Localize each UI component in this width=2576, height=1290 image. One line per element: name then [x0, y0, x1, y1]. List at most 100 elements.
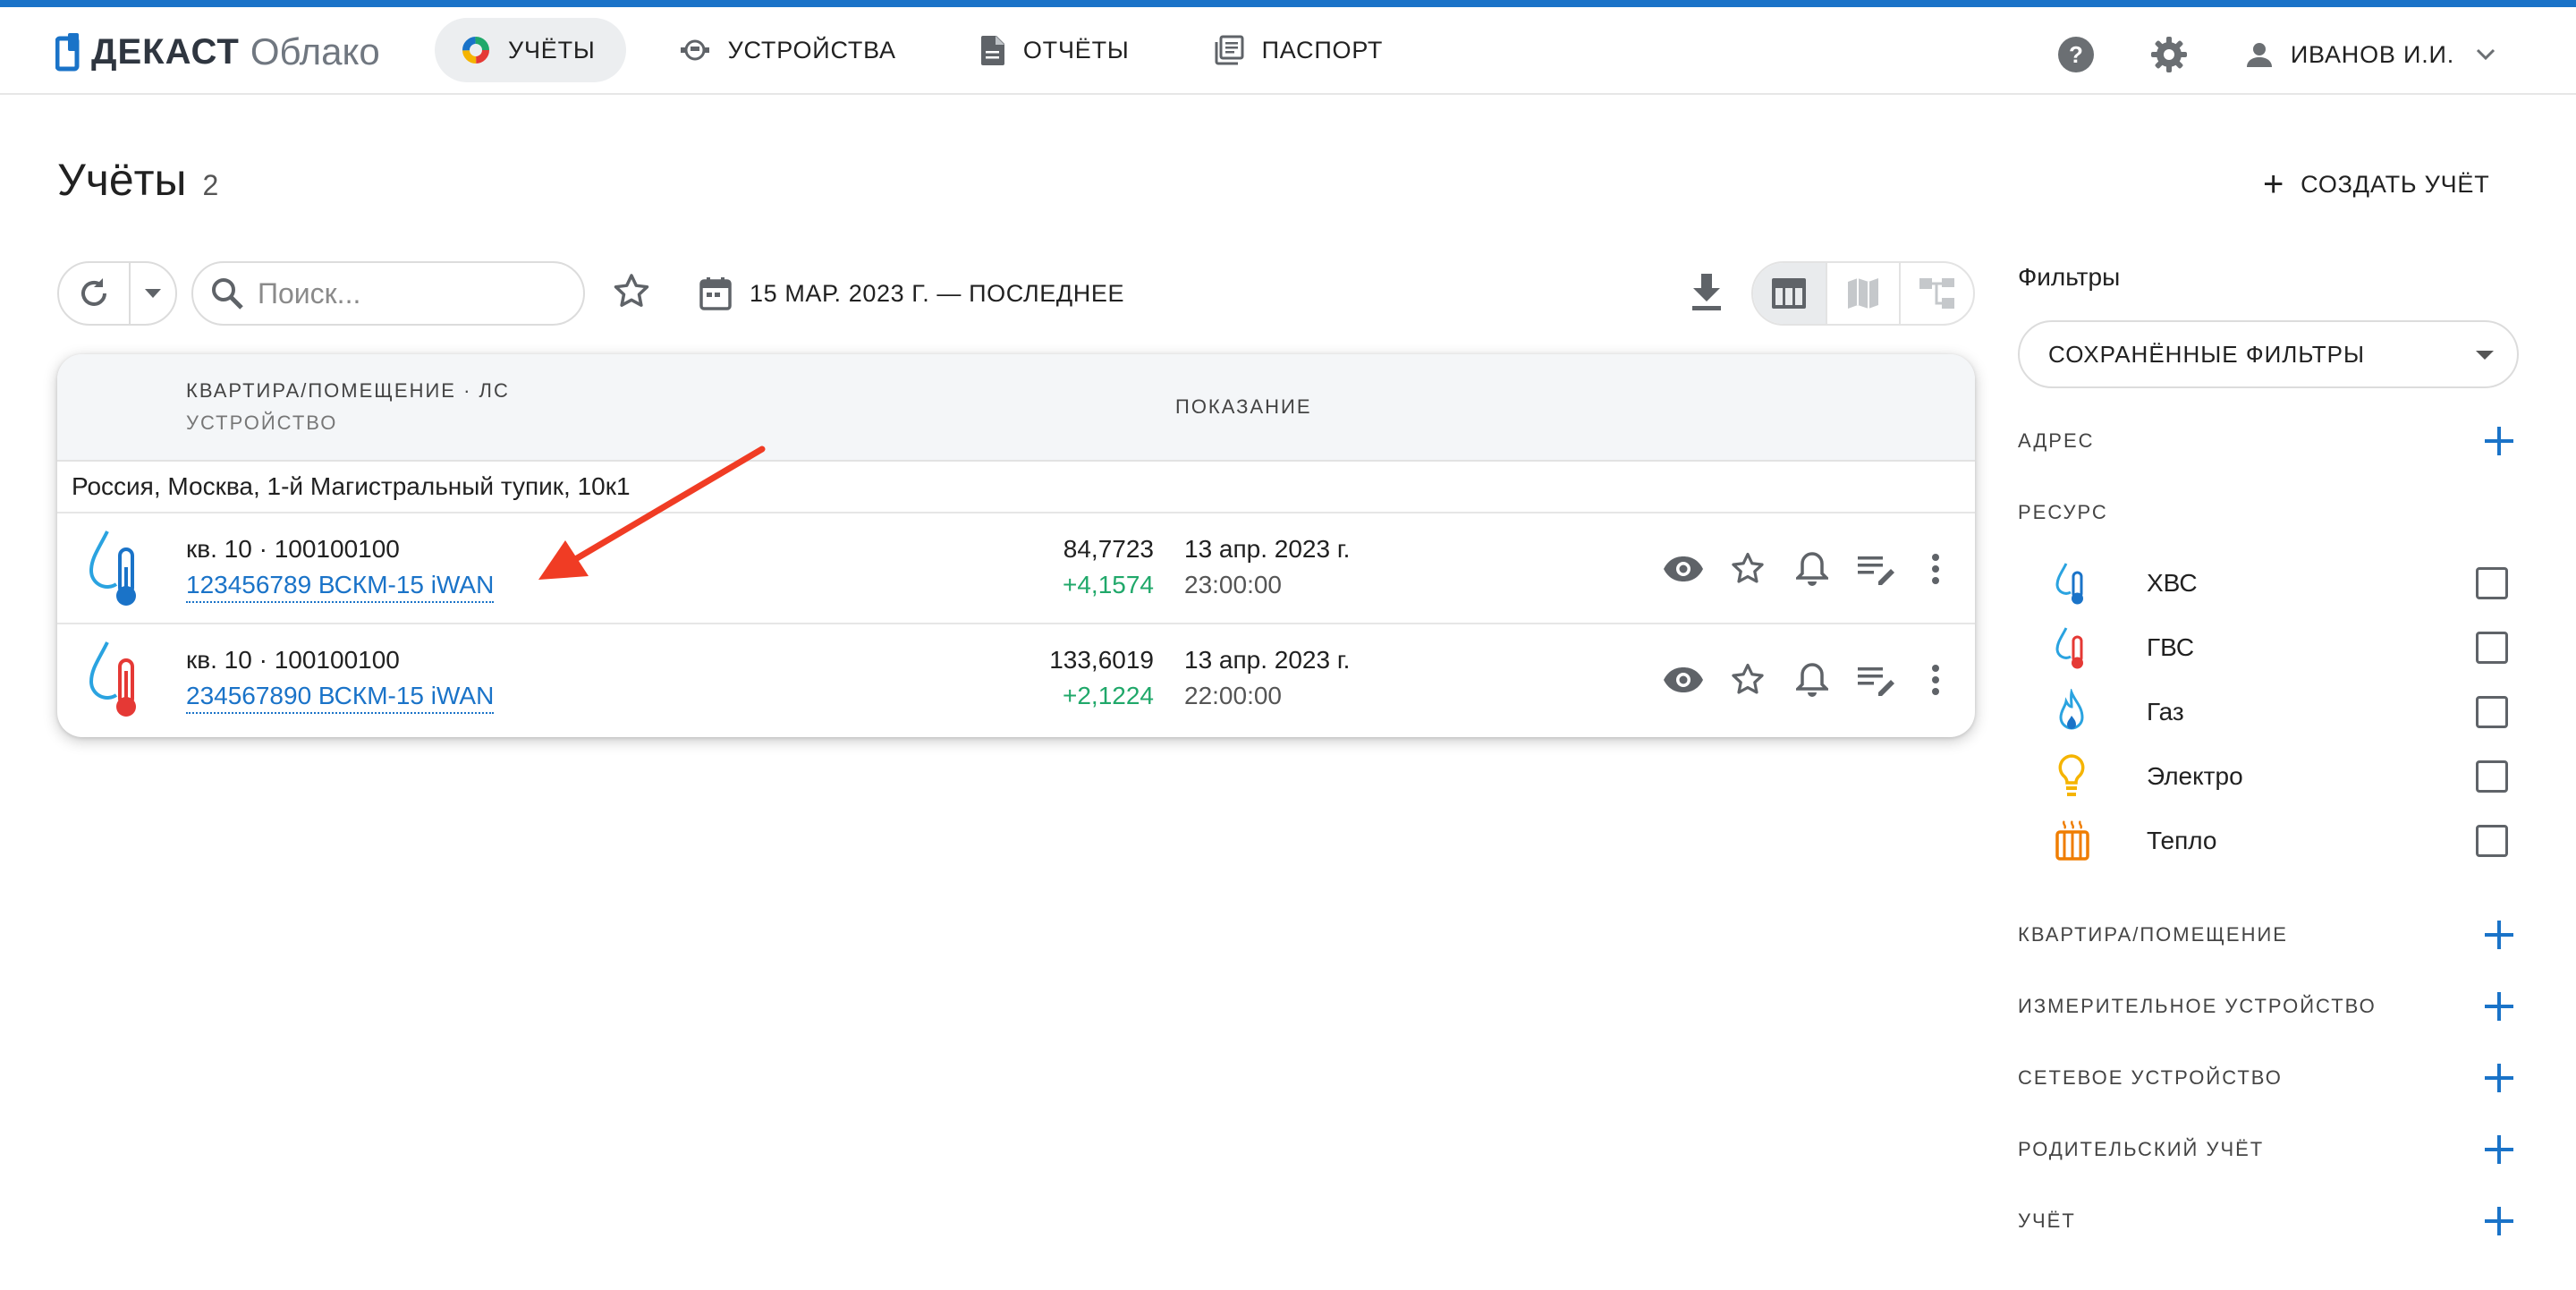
plus-icon[interactable] — [2479, 987, 2519, 1026]
view-table-button[interactable] — [1753, 263, 1827, 324]
resource-option-electro[interactable]: Электро — [2054, 751, 2519, 802]
refresh-button[interactable] — [59, 263, 131, 324]
filter-section-metering-device[interactable]: ИЗМЕРИТЕЛЬНОЕ УСТРОЙСТВО — [2018, 984, 2519, 1029]
tree-view-icon — [1919, 278, 1954, 309]
edit-notes-button[interactable] — [1853, 546, 1900, 592]
filter-section-apartment[interactable]: КВАРТИРА/ПОМЕЩЕНИЕ — [2018, 912, 2519, 957]
plus-icon[interactable] — [2479, 1130, 2519, 1169]
toolbar: 15 МАР. 2023 Г. — ПОСЛЕДНЕЕ — [57, 261, 1975, 326]
reading-value: 133,6019 — [1049, 646, 1154, 674]
plus-icon[interactable] — [2479, 1201, 2519, 1241]
create-record-label: СОЗДАТЬ УЧЁТ — [2301, 170, 2490, 198]
favorites-filter-button[interactable] — [610, 270, 653, 318]
row-actions — [1660, 546, 1953, 592]
edit-note-icon — [1858, 556, 1894, 585]
reading-time: 22:00:00 — [1184, 682, 1282, 709]
saved-filters-label: СОХРАНЁННЫЕ ФИЛЬТРЫ — [2048, 340, 2366, 368]
saved-filters-select[interactable]: СОХРАНЁННЫЕ ФИЛЬТРЫ — [2018, 320, 2519, 388]
filter-section-network-device[interactable]: СЕТЕВОЕ УСТРОЙСТВО — [2018, 1056, 2519, 1100]
favorite-button[interactable] — [1724, 546, 1771, 592]
view-button[interactable] — [1660, 546, 1707, 592]
settings-button[interactable] — [2146, 31, 2192, 78]
view-button[interactable] — [1660, 657, 1707, 703]
edit-notes-button[interactable] — [1853, 657, 1900, 703]
resource-checkbox[interactable] — [2476, 632, 2508, 664]
nav-tab-passport[interactable]: ПАСПОРТ — [1187, 18, 1414, 82]
apartment-account: кв. 10 · 100100100 — [186, 646, 400, 674]
gear-icon — [2150, 37, 2187, 72]
radiator-icon — [2055, 820, 2089, 861]
caret-down-icon — [145, 289, 161, 298]
user-menu[interactable]: ИВАНОВ И.И. — [2246, 41, 2496, 69]
reading-date: 13 апр. 2023 г. — [1184, 646, 1351, 674]
hot-water-icon — [2055, 627, 2083, 669]
table-header: КВАРТИРА/ПОМЕЩЕНИЕ · ЛС УСТРОЙСТВО ПОКАЗ… — [57, 354, 1975, 462]
chevron-down-icon — [2476, 48, 2496, 61]
notifications-button[interactable] — [1789, 657, 1835, 703]
filter-section-label: ИЗМЕРИТЕЛЬНОЕ УСТРОЙСТВО — [2018, 995, 2377, 1017]
filter-section-parent-record[interactable]: РОДИТЕЛЬСКИЙ УЧЁТ — [2018, 1127, 2519, 1172]
resource-label: Тепло — [2147, 827, 2217, 854]
logo-mark-icon — [55, 33, 80, 72]
favorite-button[interactable] — [1724, 657, 1771, 703]
nav-tab-devices[interactable]: УСТРОЙСТВА — [653, 18, 927, 82]
cold-water-icon — [2055, 563, 2083, 605]
resource-checkbox[interactable] — [2476, 567, 2508, 599]
address-group-row: Россия, Москва, 1-й Магистральный тупик,… — [57, 462, 1975, 513]
resource-checkbox[interactable] — [2476, 760, 2508, 793]
caret-down-icon — [2476, 351, 2494, 360]
search-input[interactable] — [258, 276, 544, 310]
bell-outline-icon — [1796, 552, 1828, 586]
table-row[interactable]: кв. 10 · 100100100 234567890 ВСКМ-15 iWA… — [57, 624, 1975, 735]
nav-tab-reports[interactable]: ОТЧЁТЫ — [953, 18, 1160, 82]
plus-icon[interactable] — [2479, 915, 2519, 955]
more-options-button[interactable] — [1918, 546, 1953, 592]
nav-label: ПАСПОРТ — [1261, 36, 1384, 64]
resource-option-gas[interactable]: Газ — [2054, 687, 2519, 737]
device-link[interactable]: 234567890 ВСКМ-15 iWAN — [186, 682, 495, 714]
view-map-button[interactable] — [1827, 263, 1902, 324]
nav-label: УЧЁТЫ — [508, 36, 596, 64]
view-switcher — [1751, 261, 1975, 326]
main-nav: УЧЁТЫ УСТРОЙСТВА ОТЧЁТЫ ПАСПОРТ — [435, 18, 1440, 82]
column-header-apartment[interactable]: КВАРТИРА/ПОМЕЩЕНИЕ · ЛС — [186, 379, 510, 403]
library-icon — [1215, 35, 1244, 65]
plus-icon[interactable] — [2479, 421, 2519, 461]
notifications-button[interactable] — [1789, 546, 1835, 592]
resource-checkbox[interactable] — [2476, 696, 2508, 728]
plus-icon[interactable] — [2479, 1058, 2519, 1098]
resource-option-hot-water[interactable]: ГВС — [2054, 623, 2519, 673]
view-tree-button[interactable] — [1901, 263, 1973, 324]
calendar-icon — [699, 277, 732, 310]
create-record-button[interactable]: + СОЗДАТЬ УЧЁТ — [2263, 161, 2490, 208]
date-range-picker[interactable]: 15 МАР. 2023 Г. — ПОСЛЕДНЕЕ — [699, 261, 1124, 326]
more-options-button[interactable] — [1918, 657, 1953, 703]
table-row[interactable]: кв. 10 · 100100100 123456789 ВСКМ-15 iWA… — [57, 513, 1975, 624]
row-actions — [1660, 657, 1953, 703]
edit-note-icon — [1858, 667, 1894, 696]
svg-text:?: ? — [2069, 41, 2083, 68]
reading-date: 13 апр. 2023 г. — [1184, 535, 1351, 563]
nav-tab-uchety[interactable]: УЧЁТЫ — [435, 18, 626, 82]
filter-section-address[interactable]: АДРЕС — [2018, 419, 2519, 463]
filters-panel: Фильтры СОХРАНЁННЫЕ ФИЛЬТРЫ АДРЕС РЕСУРС… — [2018, 259, 2519, 1235]
filter-section-record[interactable]: УЧЁТ — [2018, 1199, 2519, 1243]
records-table: КВАРТИРА/ПОМЕЩЕНИЕ · ЛС УСТРОЙСТВО ПОКАЗ… — [57, 354, 1975, 737]
plus-icon: + — [2263, 165, 2285, 204]
page-title-text: Учёты — [57, 155, 187, 205]
column-header-reading[interactable]: ПОКАЗАНИЕ — [1175, 395, 1312, 419]
cold-water-icon — [89, 530, 136, 606]
header-actions: ? ИВАНОВ И.И. — [2053, 14, 2576, 95]
filter-section-label: УЧЁТ — [2018, 1209, 2076, 1232]
resource-checkbox[interactable] — [2476, 825, 2508, 857]
resource-option-heat[interactable]: Тепло — [2054, 816, 2519, 866]
resource-option-cold-water[interactable]: ХВС — [2054, 558, 2519, 608]
reading-delta: +4,1574 — [1063, 571, 1154, 598]
device-link[interactable]: 123456789 ВСКМ-15 iWAN — [186, 571, 495, 603]
help-button[interactable]: ? — [2053, 31, 2099, 78]
filter-section-label: КВАРТИРА/ПОМЕЩЕНИЕ — [2018, 923, 2288, 946]
refresh-options-button[interactable] — [131, 263, 175, 324]
resource-label: Газ — [2147, 698, 2184, 726]
download-button[interactable] — [1687, 270, 1726, 318]
app-logo[interactable]: ДЕКАСТ Облако — [55, 27, 380, 77]
